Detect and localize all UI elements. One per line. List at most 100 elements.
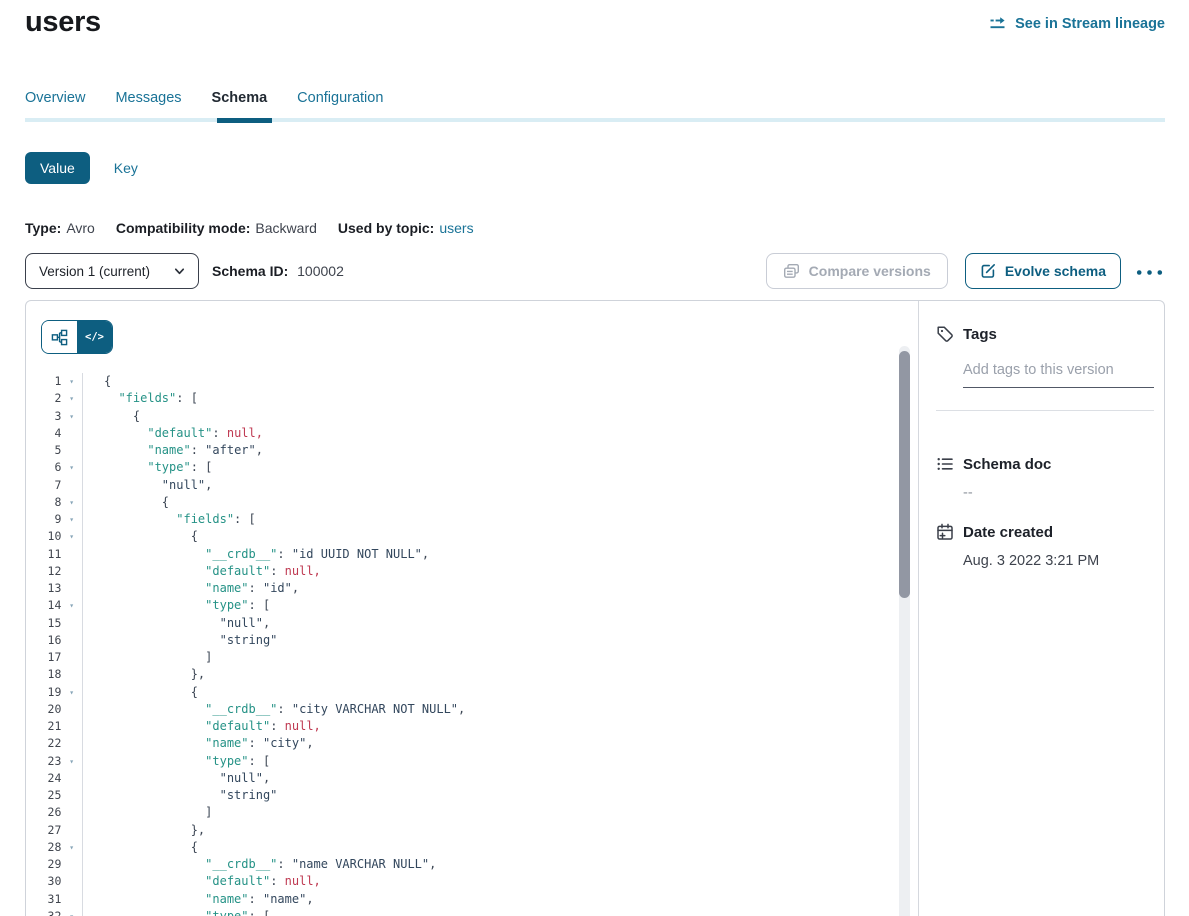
- evolve-schema-button[interactable]: Evolve schema: [965, 253, 1121, 289]
- tag-icon: [936, 325, 954, 343]
- line-number: 18: [30, 666, 61, 683]
- tags-section-header: Tags: [936, 325, 1154, 343]
- code-text: "default": null,: [83, 873, 321, 890]
- line-gutter: 16: [26, 632, 83, 649]
- line-number: 20: [30, 701, 61, 718]
- key-tab-button[interactable]: Key: [114, 160, 138, 176]
- fold-toggle-icon[interactable]: ▾: [61, 684, 82, 701]
- version-select[interactable]: Version 1 (current): [25, 253, 199, 289]
- line-number: 13: [30, 580, 61, 597]
- fold-spacer: [61, 873, 82, 890]
- code-line: 17 ]: [26, 649, 898, 666]
- code-text: "name": "name",: [83, 891, 314, 908]
- line-number: 16: [30, 632, 61, 649]
- fold-spacer: [61, 615, 82, 632]
- fold-toggle-icon[interactable]: ▾: [61, 511, 82, 528]
- line-number: 26: [30, 804, 61, 821]
- line-number: 11: [30, 546, 61, 563]
- more-options-button[interactable]: [1134, 260, 1165, 283]
- value-tab-button[interactable]: Value: [25, 152, 90, 184]
- fold-toggle-icon[interactable]: ▾: [61, 373, 82, 390]
- version-toolbar: Version 1 (current) Schema ID: 100002 Co…: [25, 253, 1165, 289]
- code-line: 23▾ "type": [: [26, 753, 898, 770]
- code-text: "string": [83, 787, 277, 804]
- code-line: 4 "default": null,: [26, 425, 898, 442]
- page-title: users: [25, 6, 101, 39]
- fold-toggle-icon[interactable]: ▾: [61, 390, 82, 407]
- line-gutter: 2▾: [26, 390, 83, 407]
- tab-underline-track: [25, 118, 1165, 122]
- line-number: 27: [30, 822, 61, 839]
- line-number: 24: [30, 770, 61, 787]
- schema-code-panel: </> 1▾{2▾ "fields": [3▾ {4 "default": nu…: [26, 301, 918, 916]
- code-line: 20 "__crdb__": "city VARCHAR NOT NULL",: [26, 701, 898, 718]
- fold-spacer: [61, 822, 82, 839]
- tab-messages[interactable]: Messages: [115, 90, 181, 106]
- code-view-toggle[interactable]: </>: [77, 321, 112, 353]
- date-created-section-header: Date created: [936, 523, 1154, 541]
- topic-link[interactable]: users: [439, 220, 473, 236]
- code-scrollbar-thumb[interactable]: [899, 351, 910, 598]
- fold-toggle-icon[interactable]: ▾: [61, 753, 82, 770]
- tab-overview[interactable]: Overview: [25, 90, 85, 106]
- compatibility-label: Compatibility mode:: [116, 220, 251, 236]
- code-line: 24 "null",: [26, 770, 898, 787]
- code-text: "fields": [: [83, 511, 256, 528]
- code-scrollbar-track[interactable]: [899, 346, 910, 916]
- line-gutter: 22: [26, 735, 83, 752]
- schema-doc-section-header: Schema doc: [936, 455, 1154, 473]
- code-line: 3▾ {: [26, 408, 898, 425]
- code-line: 2▾ "fields": [: [26, 390, 898, 407]
- line-gutter: 13: [26, 580, 83, 597]
- code-text: "__crdb__": "city VARCHAR NOT NULL",: [83, 701, 465, 718]
- tree-view-toggle[interactable]: [42, 321, 77, 353]
- tab-schema[interactable]: Schema: [212, 90, 268, 106]
- line-number: 1: [30, 373, 61, 390]
- compatibility-meta: Compatibility mode: Backward: [116, 220, 317, 236]
- type-meta: Type: Avro: [25, 220, 95, 236]
- schema-id-label: Schema ID:: [212, 263, 288, 279]
- line-number: 7: [30, 477, 61, 494]
- code-text: {: [83, 408, 140, 425]
- fold-spacer: [61, 649, 82, 666]
- line-gutter: 18: [26, 666, 83, 683]
- line-gutter: 14▾: [26, 597, 83, 614]
- line-gutter: 24: [26, 770, 83, 787]
- fold-toggle-icon[interactable]: ▾: [61, 408, 82, 425]
- date-created-title: Date created: [963, 524, 1053, 541]
- line-gutter: 1▾: [26, 373, 83, 390]
- fold-toggle-icon[interactable]: ▾: [61, 459, 82, 476]
- line-gutter: 19▾: [26, 684, 83, 701]
- line-gutter: 30: [26, 873, 83, 890]
- tab-bar: Overview Messages Schema Configuration: [25, 90, 383, 106]
- code-line: 22 "name": "city",: [26, 735, 898, 752]
- line-number: 29: [30, 856, 61, 873]
- see-in-stream-lineage-link[interactable]: See in Stream lineage: [989, 15, 1165, 33]
- fold-spacer: [61, 666, 82, 683]
- fold-spacer: [61, 735, 82, 752]
- code-text: "name": "after",: [83, 442, 263, 459]
- fold-toggle-icon[interactable]: ▾: [61, 494, 82, 511]
- fold-toggle-icon[interactable]: ▾: [61, 908, 82, 916]
- chevron-down-icon: [173, 265, 186, 278]
- used-by-topic-meta: Used by topic: users: [338, 220, 474, 236]
- tab-configuration[interactable]: Configuration: [297, 90, 383, 106]
- fold-toggle-icon[interactable]: ▾: [61, 839, 82, 856]
- code-text: },: [83, 666, 205, 683]
- compare-versions-button[interactable]: Compare versions: [766, 253, 948, 289]
- fold-toggle-icon[interactable]: ▾: [61, 528, 82, 545]
- line-number: 2: [30, 390, 61, 407]
- line-gutter: 7: [26, 477, 83, 494]
- fold-spacer: [61, 770, 82, 787]
- tags-input[interactable]: [963, 362, 1154, 388]
- code-line: 31 "name": "name",: [26, 891, 898, 908]
- line-gutter: 10▾: [26, 528, 83, 545]
- line-number: 17: [30, 649, 61, 666]
- code-line: 7 "null",: [26, 477, 898, 494]
- fold-toggle-icon[interactable]: ▾: [61, 597, 82, 614]
- schema-code-editor[interactable]: 1▾{2▾ "fields": [3▾ {4 "default": null,5…: [26, 373, 898, 916]
- line-number: 8: [30, 494, 61, 511]
- line-gutter: 12: [26, 563, 83, 580]
- fold-spacer: [61, 442, 82, 459]
- line-gutter: 27: [26, 822, 83, 839]
